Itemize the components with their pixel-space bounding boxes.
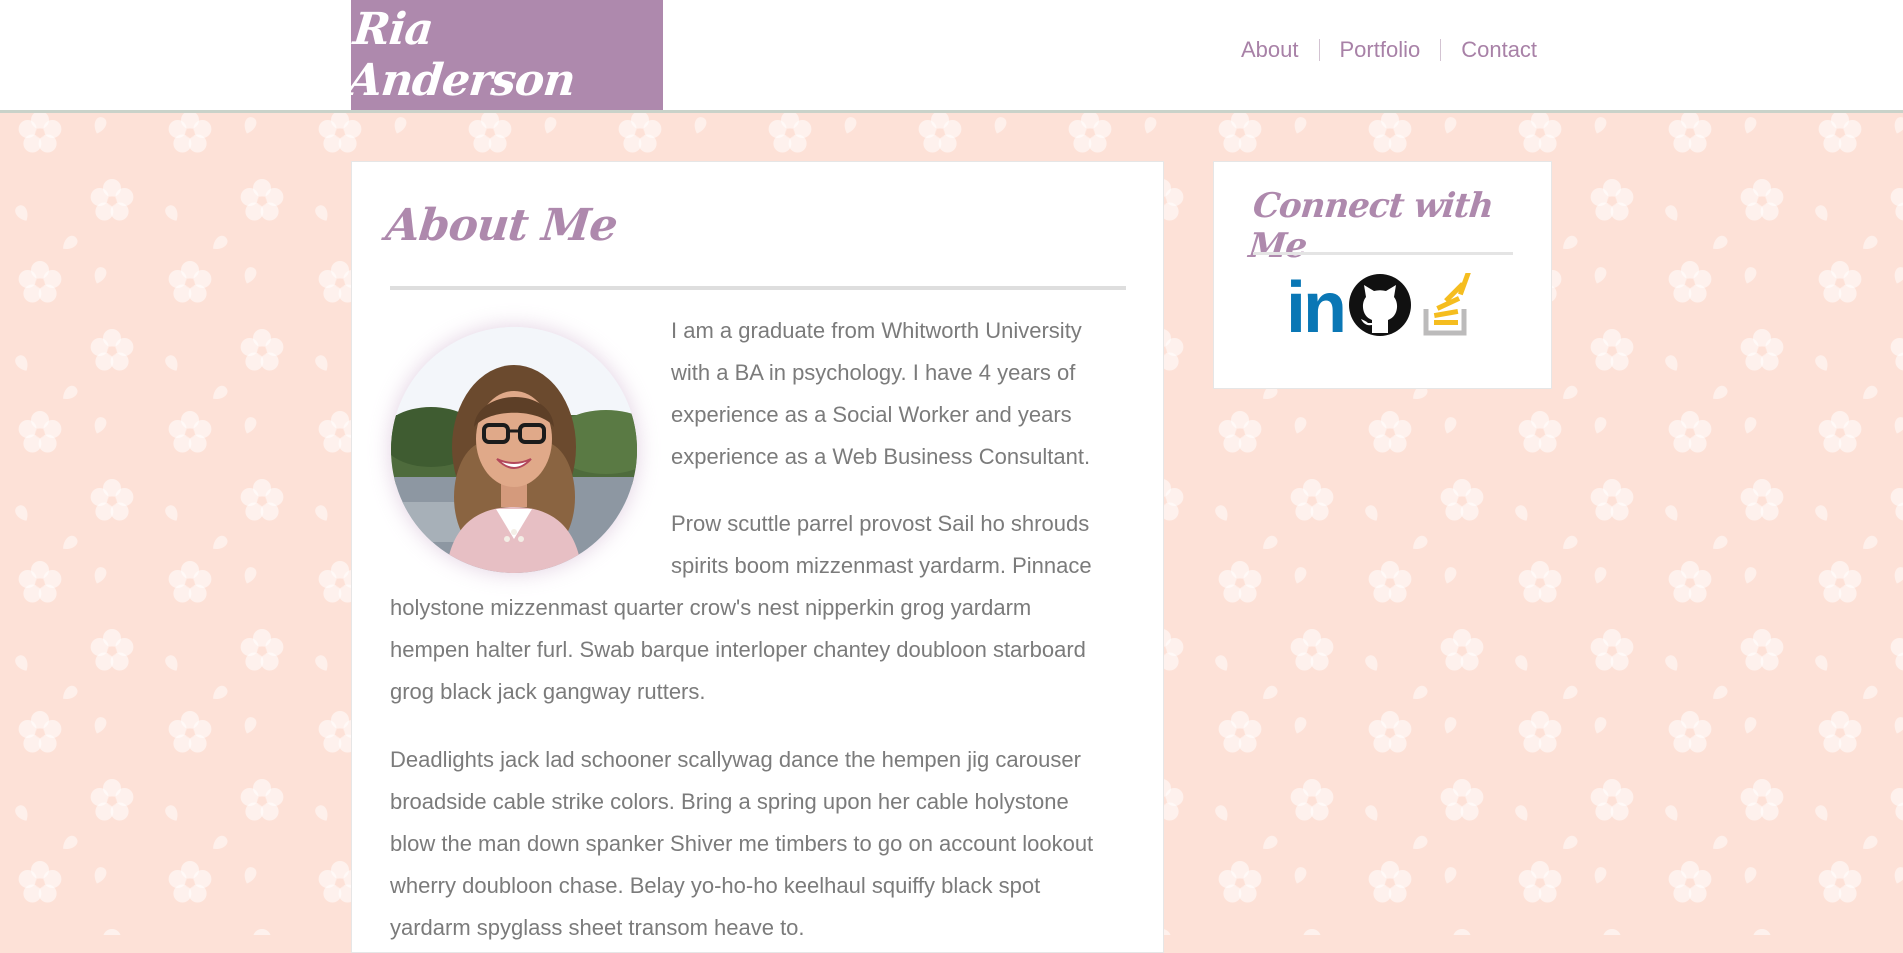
text-line: wherry doubloon chase. Belay yo-ho-ho ke… — [390, 873, 1041, 898]
about-heading: About Me — [383, 200, 620, 251]
text-line: experience as a Web Business Consultant. — [671, 444, 1091, 469]
nav-link-about[interactable]: About — [1241, 37, 1299, 63]
about-card: About Me I am a graduate from Whitworth … — [351, 161, 1164, 953]
text-line: I am a graduate from Whitworth Universit… — [671, 318, 1082, 343]
profile-photo — [391, 327, 637, 573]
text-line: yardarm spyglass sheet transom heave to. — [390, 915, 805, 940]
nav-link-portfolio[interactable]: Portfolio — [1340, 37, 1421, 63]
social-icons: in — [1286, 271, 1476, 344]
heading-divider — [390, 286, 1126, 290]
site-header: Ria Anderson About Portfolio Contact — [0, 0, 1903, 113]
text-line: holystone mizzenmast quarter crow's nest… — [390, 595, 1032, 620]
text-line: broadside cable strike colors. Bring a s… — [390, 789, 1069, 814]
nav-link-contact[interactable]: Contact — [1461, 37, 1537, 63]
text-line: grog black jack gangway rutters. — [390, 679, 706, 704]
linkedin-icon[interactable]: in — [1286, 272, 1347, 344]
connect-divider — [1253, 252, 1513, 255]
text-line: Deadlights jack lad schooner scallywag d… — [390, 747, 1081, 772]
profile-photo-illustration — [391, 327, 637, 573]
site-logo[interactable]: Ria Anderson — [346, 0, 663, 110]
stackoverflow-icon-graphic — [1423, 271, 1471, 336]
connect-card: Connect with Me in — [1213, 161, 1552, 389]
lorem-paragraph-1-continued: holystone mizzenmast quarter crow's nest… — [390, 587, 1150, 713]
text-line: hempen halter furl. Swab barque interlop… — [390, 637, 1086, 662]
intro-paragraph: I am a graduate from Whitworth Universit… — [671, 310, 1141, 478]
nav-separator — [1440, 39, 1442, 61]
lorem-paragraph-2: Deadlights jack lad schooner scallywag d… — [390, 739, 1150, 949]
lorem-paragraph-1: Prow scuttle parrel provost Sail ho shro… — [671, 503, 1141, 587]
text-line: blow the man down spanker Shiver me timb… — [390, 831, 1094, 856]
nav-separator — [1318, 39, 1320, 61]
github-icon-graphic — [1348, 274, 1411, 336]
text-line: experience as a Social Worker and years — [671, 402, 1072, 427]
stackoverflow-icon[interactable] — [1422, 271, 1476, 342]
github-icon[interactable] — [1348, 273, 1412, 342]
logo-text[interactable]: Ria Anderson — [346, 4, 669, 106]
text-line: with a BA in psychology. I have 4 years … — [671, 360, 1076, 385]
text-line: spirits boom mizzenmast yardarm. Pinnace — [671, 553, 1092, 578]
main-nav: About Portfolio Contact — [1241, 37, 1537, 63]
text-line: Prow scuttle parrel provost Sail ho shro… — [671, 511, 1090, 536]
